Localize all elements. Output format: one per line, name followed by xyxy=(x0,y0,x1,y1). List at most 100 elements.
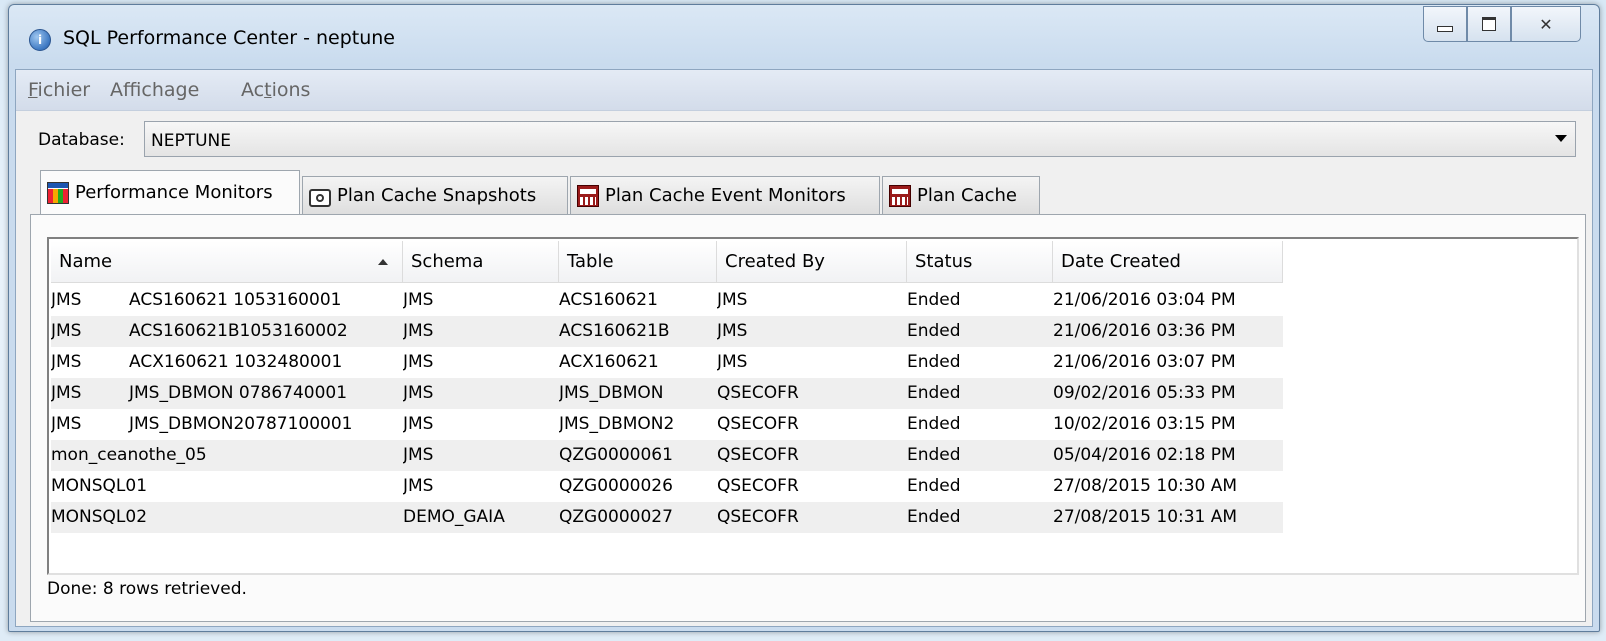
column-header-label: Table xyxy=(567,251,614,272)
table-row[interactable]: JMS ACS160621B1053160002 JMS ACS160621B J… xyxy=(51,316,1283,347)
monitors-table: Name Schema Table Created By Status Date… xyxy=(47,237,1579,575)
cell-date-created: 09/02/2016 05:33 PM xyxy=(1053,383,1236,403)
cell-name: MONSQL01 xyxy=(51,471,403,502)
cell-date-created: 05/04/2016 02:18 PM xyxy=(1053,445,1236,465)
cell-name: JMS ACS160621 1053160001 xyxy=(51,285,403,316)
maximize-button[interactable] xyxy=(1467,6,1511,42)
cell-schema: JMS xyxy=(403,290,434,310)
column-header-table[interactable]: Table xyxy=(559,241,717,283)
tab-panel: Name Schema Table Created By Status Date… xyxy=(30,214,1586,622)
minimize-button[interactable] xyxy=(1423,6,1467,42)
cell-name: JMS JMS_DBMON20787100001 xyxy=(51,409,403,440)
maximize-icon xyxy=(1482,17,1496,31)
title-bar[interactable]: i SQL Performance Center - neptune ✕ xyxy=(9,5,1599,69)
tab-label: Performance Monitors xyxy=(75,182,273,203)
table-row[interactable]: MONSQL01 JMS QZG0000026 QSECOFR Ended 27… xyxy=(51,471,1283,502)
tab-label: Plan Cache Event Monitors xyxy=(605,185,846,206)
cell-name: mon_ceanothe_05 xyxy=(51,440,403,471)
tab-plan-cache[interactable]: Plan Cache xyxy=(882,176,1040,214)
database-select[interactable]: NEPTUNE xyxy=(144,121,1576,157)
table-row[interactable]: JMS JMS_DBMON20787100001 JMS JMS_DBMON2 Q… xyxy=(51,409,1283,440)
column-header-name[interactable]: Name xyxy=(51,241,403,283)
cell-status: Ended xyxy=(907,445,961,465)
performance-monitor-icon xyxy=(47,181,69,204)
close-icon: ✕ xyxy=(1539,14,1553,34)
cell-table: JMS_DBMON2 xyxy=(559,414,675,434)
cell-date-created: 10/02/2016 03:15 PM xyxy=(1053,414,1236,434)
table-row[interactable]: JMS ACX160621 1032480001 JMS ACX160621 JM… xyxy=(51,347,1283,378)
cell-created-by: QSECOFR xyxy=(717,383,799,403)
column-header-label: Status xyxy=(915,251,973,272)
tab-plan-cache-snapshots[interactable]: Plan Cache Snapshots xyxy=(302,176,568,214)
status-text: Done: 8 rows retrieved. xyxy=(47,579,247,599)
menu-affichage-rest: chage xyxy=(141,79,200,101)
cell-name: JMS ACS160621B1053160002 xyxy=(51,316,403,347)
menu-bar: Fichier Affichage Actions xyxy=(16,70,1592,111)
table-header: Name Schema Table Created By Status Date… xyxy=(51,241,1283,283)
cell-name-monitor: JMS_DBMON20787100001 xyxy=(129,414,353,434)
column-header-label: Schema xyxy=(411,251,484,272)
cell-schema: JMS xyxy=(403,476,434,496)
column-header-schema[interactable]: Schema xyxy=(403,241,559,283)
cell-table: QZG0000027 xyxy=(559,507,673,527)
table-row[interactable]: JMS JMS_DBMON 0786740001 JMS JMS_DBMON QS… xyxy=(51,378,1283,409)
client-area: Fichier Affichage Actions Database: NEPT… xyxy=(15,69,1593,627)
dropdown-arrow-icon xyxy=(1555,135,1567,142)
cell-created-by: QSECOFR xyxy=(717,507,799,527)
column-header-status[interactable]: Status xyxy=(907,241,1053,283)
cell-created-by: QSECOFR xyxy=(717,476,799,496)
menu-affichage[interactable]: Affichage xyxy=(110,79,199,101)
tab-label: Plan Cache Snapshots xyxy=(337,185,537,206)
cell-table: ACS160621 xyxy=(559,290,658,310)
table-row[interactable]: JMS ACS160621 1053160001 JMS ACS160621 JM… xyxy=(51,285,1283,316)
cell-date-created: 27/08/2015 10:31 AM xyxy=(1053,507,1238,527)
cell-status: Ended xyxy=(907,383,961,403)
cell-schema: DEMO_GAIA xyxy=(403,507,505,527)
camera-icon xyxy=(309,188,331,207)
cell-status: Ended xyxy=(907,321,961,341)
cell-name-library: JMS xyxy=(51,290,82,310)
cell-created-by: JMS xyxy=(717,321,748,341)
menu-fichier-mnemonic: F xyxy=(28,79,38,101)
cell-name-monitor: JMS_DBMON 0786740001 xyxy=(129,383,348,403)
cell-table: ACX160621 xyxy=(559,352,659,372)
tab-plan-cache-event-monitors[interactable]: Plan Cache Event Monitors xyxy=(570,176,880,214)
table-row[interactable]: MONSQL02 DEMO_GAIA QZG0000027 QSECOFR En… xyxy=(51,502,1283,533)
menu-affichage-pre: Aff xyxy=(110,79,142,101)
menu-actions[interactable]: Actions xyxy=(241,79,310,101)
cell-created-by: JMS xyxy=(717,290,748,310)
close-button[interactable]: ✕ xyxy=(1511,6,1581,42)
menu-fichier[interactable]: Fichier xyxy=(28,79,90,101)
cell-schema: JMS xyxy=(403,383,434,403)
cell-schema: JMS xyxy=(403,445,434,465)
cell-schema: JMS xyxy=(403,414,434,434)
cell-name: JMS ACX160621 1032480001 xyxy=(51,347,403,378)
cell-name: JMS JMS_DBMON 0786740001 xyxy=(51,378,403,409)
cell-name-library: mon_ceanothe_05 xyxy=(51,445,207,465)
window-title: SQL Performance Center - neptune xyxy=(63,27,395,49)
app-window: i SQL Performance Center - neptune ✕ Fic… xyxy=(8,4,1600,632)
cell-table: ACS160621B xyxy=(559,321,670,341)
cell-schema: JMS xyxy=(403,352,434,372)
column-header-label: Name xyxy=(59,251,113,272)
sql-monitor-icon xyxy=(577,184,599,207)
sort-ascending-icon xyxy=(378,259,388,265)
column-header-label: Created By xyxy=(725,251,825,272)
cell-table: QZG0000061 xyxy=(559,445,673,465)
tab-performance-monitors[interactable]: Performance Monitors xyxy=(40,170,300,214)
cell-status: Ended xyxy=(907,414,961,434)
column-header-date-created[interactable]: Date Created xyxy=(1053,241,1283,283)
cell-name-library: JMS xyxy=(51,352,82,372)
cell-status: Ended xyxy=(907,352,961,372)
column-header-created-by[interactable]: Created By xyxy=(717,241,907,283)
cell-schema: JMS xyxy=(403,321,434,341)
cell-name-monitor: ACX160621 1032480001 xyxy=(129,352,343,372)
cell-date-created: 21/06/2016 03:36 PM xyxy=(1053,321,1236,341)
table-row[interactable]: mon_ceanothe_05 JMS QZG0000061 QSECOFR E… xyxy=(51,440,1283,471)
cell-name-library: MONSQL01 xyxy=(51,476,148,496)
cell-name-library: JMS xyxy=(51,414,82,434)
info-icon: i xyxy=(29,29,51,51)
tab-label: Plan Cache xyxy=(917,185,1017,206)
cell-name-monitor: ACS160621B1053160002 xyxy=(129,321,348,341)
menu-actions-pre: Ac xyxy=(241,79,265,101)
